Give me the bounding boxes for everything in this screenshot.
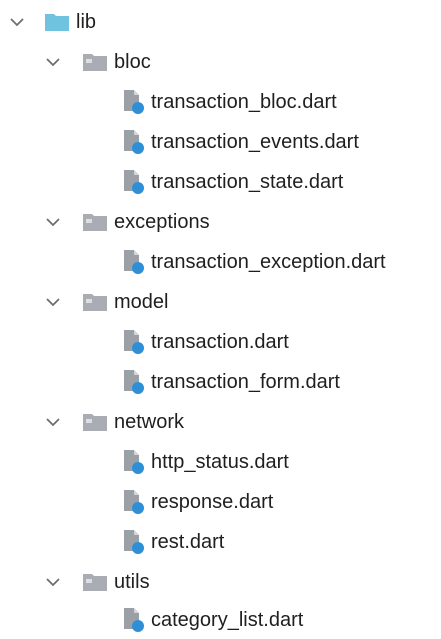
- file-rest[interactable]: rest.dart: [122, 522, 224, 562]
- file-category-list[interactable]: category_list.dart: [122, 600, 303, 639]
- dart-file-icon: [122, 329, 146, 355]
- chevron-down-icon[interactable]: [44, 213, 62, 231]
- dart-file-icon: [122, 169, 146, 195]
- dart-file-icon: [122, 369, 146, 395]
- file-label: transaction_state.dart: [151, 171, 344, 193]
- file-response[interactable]: response.dart: [122, 482, 273, 522]
- folder-blue-icon: [44, 12, 70, 32]
- file-label: category_list.dart: [151, 609, 304, 631]
- tree-node-lib[interactable]: lib: [8, 2, 96, 42]
- dart-file-icon: [122, 529, 146, 555]
- dart-file-icon: [122, 489, 146, 515]
- tree-node-model[interactable]: model: [44, 282, 168, 322]
- file-transaction-state[interactable]: transaction_state.dart: [122, 162, 343, 202]
- file-label: response.dart: [151, 491, 274, 513]
- file-label: transaction_bloc.dart: [151, 91, 337, 113]
- folder-icon: [82, 212, 108, 232]
- file-label: transaction_exception.dart: [151, 251, 386, 273]
- project-file-tree: lib bloc transaction_bloc.dart transacti…: [0, 0, 441, 639]
- file-transaction-bloc[interactable]: transaction_bloc.dart: [122, 82, 337, 122]
- tree-node-label: bloc: [114, 51, 151, 73]
- file-http-status[interactable]: http_status.dart: [122, 442, 289, 482]
- tree-node-label: exceptions: [114, 211, 210, 233]
- file-transaction-form[interactable]: transaction_form.dart: [122, 362, 340, 402]
- tree-node-exceptions[interactable]: exceptions: [44, 202, 210, 242]
- file-transaction-events[interactable]: transaction_events.dart: [122, 122, 359, 162]
- tree-node-label: utils: [114, 571, 150, 593]
- chevron-down-icon[interactable]: [44, 413, 62, 431]
- tree-node-bloc[interactable]: bloc: [44, 42, 151, 82]
- dart-file-icon: [122, 249, 146, 275]
- tree-node-utils[interactable]: utils: [44, 562, 150, 602]
- chevron-down-icon[interactable]: [44, 53, 62, 71]
- folder-icon: [82, 412, 108, 432]
- dart-file-icon: [122, 607, 146, 633]
- file-transaction-exception[interactable]: transaction_exception.dart: [122, 242, 386, 282]
- folder-icon: [82, 292, 108, 312]
- chevron-down-icon[interactable]: [44, 573, 62, 591]
- tree-node-network[interactable]: network: [44, 402, 184, 442]
- folder-icon: [82, 52, 108, 72]
- chevron-down-icon[interactable]: [8, 13, 26, 31]
- file-label: rest.dart: [151, 531, 225, 553]
- file-label: transaction_form.dart: [151, 371, 340, 393]
- chevron-down-icon[interactable]: [44, 293, 62, 311]
- dart-file-icon: [122, 449, 146, 475]
- file-label: transaction_events.dart: [151, 131, 359, 153]
- tree-node-label: lib: [76, 11, 97, 33]
- tree-node-label: network: [114, 411, 185, 433]
- file-label: http_status.dart: [151, 451, 289, 473]
- file-transaction[interactable]: transaction.dart: [122, 322, 289, 362]
- folder-icon: [82, 572, 108, 592]
- file-label: transaction.dart: [151, 331, 289, 353]
- dart-file-icon: [122, 89, 146, 115]
- dart-file-icon: [122, 129, 146, 155]
- tree-node-label: model: [114, 291, 169, 313]
